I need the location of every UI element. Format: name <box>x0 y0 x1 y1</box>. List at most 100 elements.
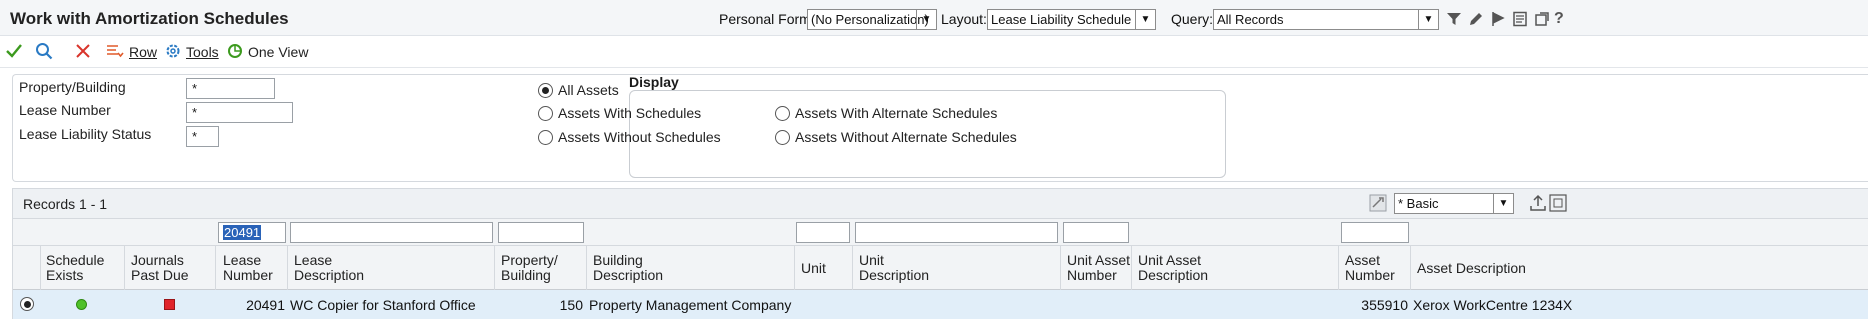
row-select-radio[interactable] <box>20 297 39 311</box>
help-icon[interactable]: ? <box>1554 9 1574 29</box>
records-grid: Records 1 - 1 * Basic ▼ 20491 Schedule Ex… <box>12 188 1868 319</box>
cell-building-description: Property Management Company <box>589 297 792 313</box>
column-headers: Schedule Exists Journals Past Due Lease Num… <box>13 246 1868 290</box>
col-label: Description <box>593 267 664 283</box>
qbe-unit[interactable] <box>796 222 850 243</box>
col-unit-asset-number[interactable]: Unit Asset Number <box>1061 246 1132 290</box>
col-label: Lease <box>223 252 262 268</box>
grid-format-value: * Basic <box>1398 196 1439 211</box>
row-menu-button[interactable]: Row <box>106 41 157 63</box>
qbe-lease-description[interactable] <box>290 222 493 243</box>
new-window-icon[interactable] <box>1532 9 1552 29</box>
col-label: Journals <box>131 252 184 268</box>
search-icon <box>35 42 53 63</box>
qbe-unit-description[interactable] <box>855 222 1058 243</box>
flag-icon[interactable] <box>1488 9 1508 29</box>
col-asset-number[interactable]: Asset Number <box>1339 246 1411 290</box>
layout-select[interactable]: Lease Liability Schedule ▼ <box>987 9 1156 30</box>
find-button[interactable] <box>35 41 53 63</box>
export-icon[interactable] <box>1529 194 1547 215</box>
query-value: All Records <box>1217 12 1284 27</box>
radio-without-alternate-schedules[interactable]: Assets Without Alternate Schedules <box>775 129 1017 145</box>
radio-label: Assets With Schedules <box>558 105 702 121</box>
col-unit-description[interactable]: Unit Description <box>853 246 1061 290</box>
col-label: Description <box>1138 267 1209 283</box>
radio-indicator <box>775 105 790 121</box>
radio-with-schedules[interactable]: Assets With Schedules <box>538 105 701 121</box>
radio-indicator <box>20 297 34 311</box>
query-select[interactable]: All Records ▼ <box>1213 9 1439 30</box>
tools-menu-button[interactable]: Tools <box>165 41 219 63</box>
col-lease-description[interactable]: Lease Description <box>288 246 495 290</box>
one-view-label: One View <box>248 44 309 60</box>
personal-form-select[interactable]: (No Personalization) ▼ <box>807 9 937 30</box>
layout-value: Lease Liability Schedule <box>991 12 1132 27</box>
lease-number-label: Lease Number <box>19 102 111 118</box>
col-schedule-exists[interactable]: Schedule Exists <box>41 246 125 290</box>
row-menu-label: Row <box>129 44 158 60</box>
col-unit[interactable]: Unit <box>795 246 853 290</box>
qbe-lease-number-value: 20491 <box>223 225 262 240</box>
status-input[interactable]: * <box>186 126 219 147</box>
one-view-button[interactable]: One View <box>227 41 308 63</box>
qbe-unit-asset-number[interactable] <box>1063 222 1129 243</box>
display-title: Display <box>629 74 679 90</box>
radio-without-schedules[interactable]: Assets Without Schedules <box>538 129 721 145</box>
filter-icon[interactable] <box>1444 9 1464 29</box>
ok-button[interactable] <box>5 41 23 63</box>
col-label: Lease <box>294 252 333 268</box>
col-label: Exists <box>46 267 84 283</box>
property-label: Property/Building <box>19 79 126 95</box>
chevron-down-icon: ▼ <box>1493 194 1513 213</box>
col-building-description[interactable]: Building Description <box>587 246 795 290</box>
query-by-example-row: 20491 <box>13 219 1868 246</box>
col-label: Unit <box>801 259 826 276</box>
col-select <box>13 246 41 290</box>
qbe-property[interactable] <box>498 222 584 243</box>
col-unit-asset-description[interactable]: Unit Asset Description <box>1132 246 1339 290</box>
close-icon <box>75 43 91 62</box>
row-menu-icon <box>106 43 124 62</box>
radio-all-assets[interactable]: All Assets <box>538 82 619 98</box>
edit-icon[interactable] <box>1466 9 1486 29</box>
col-label: Property/ <box>501 252 558 268</box>
col-property-building[interactable]: Property/Building <box>495 246 587 290</box>
cell-asset-description: Xerox WorkCentre 1234X <box>1413 297 1573 313</box>
maximize-grid-icon[interactable] <box>1549 194 1567 215</box>
header-bar: Work with Amortization Schedules Persona… <box>0 0 1868 36</box>
qbe-asset-number[interactable] <box>1341 222 1409 243</box>
col-label: Past Due <box>131 267 189 283</box>
chevron-down-icon: ▼ <box>1135 10 1155 29</box>
col-label: Number <box>1067 267 1117 283</box>
radio-label: All Assets <box>558 82 619 98</box>
cell-lease-description: WC Copier for Stanford Office <box>290 297 476 313</box>
radio-label: Assets Without Alternate Schedules <box>795 129 1017 145</box>
report-icon[interactable] <box>1510 9 1530 29</box>
col-lease-number[interactable]: Lease Number <box>216 246 288 290</box>
col-label: Schedule <box>46 252 105 268</box>
personal-form-label: Personal Form: <box>719 11 815 27</box>
chevron-down-icon: ▼ <box>916 10 936 29</box>
radio-label: Assets Without Schedules <box>558 129 721 145</box>
page-title: Work with Amortization Schedules <box>10 9 289 28</box>
grid-customize-icon[interactable] <box>1369 194 1387 215</box>
radio-indicator <box>538 105 553 121</box>
layout-label: Layout: <box>941 11 987 27</box>
checkmark-icon <box>5 43 23 62</box>
cell-lease-number: 20491 <box>246 297 285 313</box>
qbe-lease-number[interactable]: 20491 <box>218 222 286 243</box>
table-row[interactable]: 20491 WC Copier for Stanford Office 150 … <box>13 290 1868 319</box>
toolbar: Row Tools One View <box>0 36 1868 68</box>
grid-format-select[interactable]: * Basic ▼ <box>1394 193 1514 214</box>
close-button[interactable] <box>75 41 91 63</box>
property-input[interactable]: * <box>186 78 275 99</box>
journals-past-due-indicator <box>164 299 175 310</box>
radio-with-alternate-schedules[interactable]: Assets With Alternate Schedules <box>775 105 997 121</box>
lease-number-input[interactable]: * <box>186 102 293 123</box>
col-asset-description[interactable]: Asset Description <box>1411 246 1868 290</box>
gear-icon <box>165 43 181 62</box>
col-label: Building <box>501 267 551 283</box>
col-journals-past-due[interactable]: Journals Past Due <box>125 246 216 290</box>
col-label: Description <box>294 267 365 283</box>
radio-indicator <box>538 82 553 98</box>
